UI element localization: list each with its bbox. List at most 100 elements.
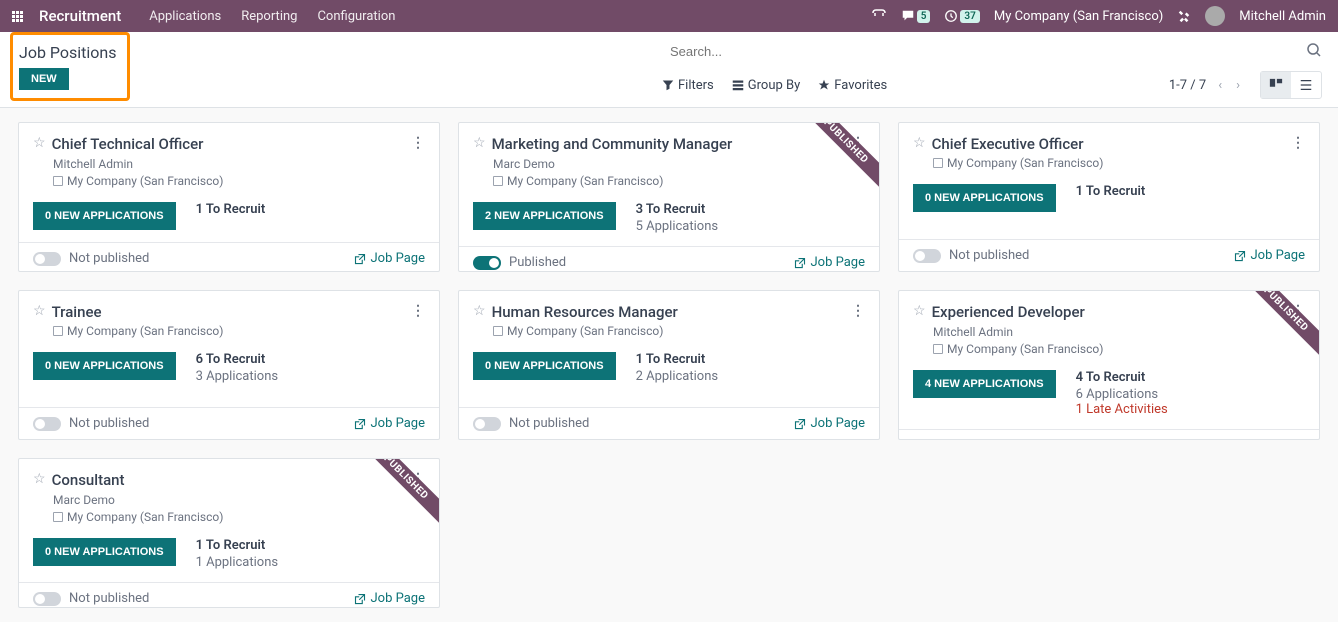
new-applications-button[interactable]: 4 NEW APPLICATIONS xyxy=(913,370,1056,398)
apps-menu-icon[interactable] xyxy=(12,11,23,22)
applications-count: 2 Applications xyxy=(636,369,719,384)
new-applications-button[interactable]: 2 NEW APPLICATIONS xyxy=(473,202,616,230)
publish-toggle[interactable] xyxy=(33,252,61,266)
card-title: Experienced Developer xyxy=(932,303,1085,321)
star-icon[interactable]: ☆ xyxy=(33,471,46,487)
card-recruiter: Mitchell Admin xyxy=(933,325,1305,339)
publish-label: Not published xyxy=(949,248,1029,263)
search-icon[interactable] xyxy=(1306,42,1322,62)
to-recruit: 1 To Recruit xyxy=(1076,184,1146,199)
to-recruit: 6 To Recruit xyxy=(196,352,279,367)
building-icon xyxy=(933,344,943,354)
job-page-link[interactable]: Job Page xyxy=(354,416,425,431)
publish-toggle[interactable] xyxy=(913,249,941,263)
publish-toggle[interactable] xyxy=(473,417,501,431)
card-company: My Company (San Francisco) xyxy=(53,324,425,338)
filters-button[interactable]: Filters xyxy=(662,78,714,93)
publish-toggle[interactable] xyxy=(33,592,61,606)
list-view-button[interactable] xyxy=(1291,72,1321,98)
new-applications-button[interactable]: 0 NEW APPLICATIONS xyxy=(33,352,176,380)
app-title: Recruitment xyxy=(39,7,121,25)
card-title: Chief Technical Officer xyxy=(52,135,204,153)
building-icon xyxy=(933,158,943,168)
activity-badge: 37 xyxy=(960,10,979,23)
star-icon[interactable]: ☆ xyxy=(913,303,926,319)
tools-icon[interactable] xyxy=(1177,9,1191,23)
job-page-link[interactable]: Job Page xyxy=(354,591,425,606)
nav-applications[interactable]: Applications xyxy=(149,9,221,24)
to-recruit: 1 To Recruit xyxy=(196,538,279,553)
applications-count: 5 Applications xyxy=(636,219,719,234)
pager-next[interactable]: › xyxy=(1234,76,1242,95)
publish-toggle[interactable] xyxy=(913,439,941,441)
control-panel: Job Positions NEW Filters Group By Favor… xyxy=(0,32,1338,108)
phone-icon[interactable] xyxy=(871,8,887,24)
job-page-link[interactable]: Job Page xyxy=(354,251,425,266)
pager-prev[interactable]: ‹ xyxy=(1216,76,1224,95)
card-company: My Company (San Francisco) xyxy=(493,174,865,188)
new-applications-button[interactable]: 0 NEW APPLICATIONS xyxy=(33,202,176,230)
nav-reporting[interactable]: Reporting xyxy=(241,9,297,24)
chat-badge: 5 xyxy=(917,10,931,23)
card-title: Human Resources Manager xyxy=(492,303,678,321)
publish-label: Not published xyxy=(69,416,149,431)
card-company: My Company (San Francisco) xyxy=(933,342,1305,356)
kanban-view-button[interactable] xyxy=(1261,72,1291,98)
card-company: My Company (San Francisco) xyxy=(53,510,425,524)
late-activities: 1 Late Activities xyxy=(1076,402,1168,417)
nav-configuration[interactable]: Configuration xyxy=(317,9,395,24)
job-card[interactable]: PUBLISHED ☆ Marketing and Community Mana… xyxy=(458,122,880,272)
star-icon[interactable]: ☆ xyxy=(473,135,486,151)
new-button[interactable]: NEW xyxy=(19,68,69,90)
job-card[interactable]: ☆ Trainee ⋮ My Company (San Francisco) 0… xyxy=(18,290,440,440)
star-icon[interactable]: ☆ xyxy=(913,135,926,151)
groupby-button[interactable]: Group By xyxy=(732,78,801,93)
card-recruiter: Marc Demo xyxy=(53,493,425,507)
job-page-link[interactable]: Job Page xyxy=(794,255,865,270)
applications-count: 1 Applications xyxy=(196,555,279,570)
building-icon xyxy=(493,176,503,186)
new-applications-button[interactable]: 0 NEW APPLICATIONS xyxy=(913,184,1056,212)
company-selector[interactable]: My Company (San Francisco) xyxy=(994,9,1163,24)
job-page-link[interactable]: Job Page xyxy=(1234,438,1305,440)
card-recruiter: Marc Demo xyxy=(493,157,865,171)
to-recruit: 1 To Recruit xyxy=(196,202,266,217)
job-card[interactable]: PUBLISHED ☆ Experienced Developer ⋮ Mitc… xyxy=(898,290,1320,440)
user-avatar[interactable] xyxy=(1205,6,1225,26)
building-icon xyxy=(53,512,63,522)
star-icon[interactable]: ☆ xyxy=(33,135,46,151)
card-menu-icon[interactable]: ⋮ xyxy=(1291,135,1305,151)
job-page-link[interactable]: Job Page xyxy=(1234,248,1305,263)
chat-icon[interactable]: 5 xyxy=(901,9,931,23)
card-company: My Company (San Francisco) xyxy=(493,324,865,338)
job-card[interactable]: ☆ Human Resources Manager ⋮ My Company (… xyxy=(458,290,880,440)
favorites-button[interactable]: Favorites xyxy=(818,78,887,93)
card-title: Chief Executive Officer xyxy=(932,135,1084,153)
applications-count: 6 Applications xyxy=(1076,387,1168,402)
card-menu-icon[interactable]: ⋮ xyxy=(411,303,425,319)
star-icon[interactable]: ☆ xyxy=(33,303,46,319)
new-applications-button[interactable]: 0 NEW APPLICATIONS xyxy=(473,352,616,380)
to-recruit: 4 To Recruit xyxy=(1076,370,1168,385)
card-recruiter: Mitchell Admin xyxy=(53,157,425,171)
publish-toggle[interactable] xyxy=(33,417,61,431)
publish-label: Not published xyxy=(69,251,149,266)
search-input[interactable] xyxy=(662,40,1306,63)
user-name[interactable]: Mitchell Admin xyxy=(1239,9,1326,24)
pager[interactable]: 1-7 / 7 xyxy=(1169,78,1206,93)
job-card[interactable]: ☆ Chief Technical Officer ⋮ Mitchell Adm… xyxy=(18,122,440,272)
star-icon[interactable]: ☆ xyxy=(473,303,486,319)
new-applications-button[interactable]: 0 NEW APPLICATIONS xyxy=(33,538,176,566)
publish-label: Not published xyxy=(509,416,589,431)
job-page-link[interactable]: Job Page xyxy=(794,416,865,431)
card-company: My Company (San Francisco) xyxy=(933,156,1305,170)
job-card[interactable]: ☆ Chief Executive Officer ⋮ My Company (… xyxy=(898,122,1320,272)
card-company: My Company (San Francisco) xyxy=(53,174,425,188)
card-menu-icon[interactable]: ⋮ xyxy=(411,135,425,151)
card-menu-icon[interactable]: ⋮ xyxy=(851,303,865,319)
job-card[interactable]: PUBLISHED ☆ Consultant ⋮ Marc Demo My Co… xyxy=(18,458,440,608)
topbar: Recruitment Applications Reporting Confi… xyxy=(0,0,1338,32)
activity-icon[interactable]: 37 xyxy=(944,9,979,23)
publish-toggle[interactable] xyxy=(473,256,501,270)
building-icon xyxy=(493,326,503,336)
